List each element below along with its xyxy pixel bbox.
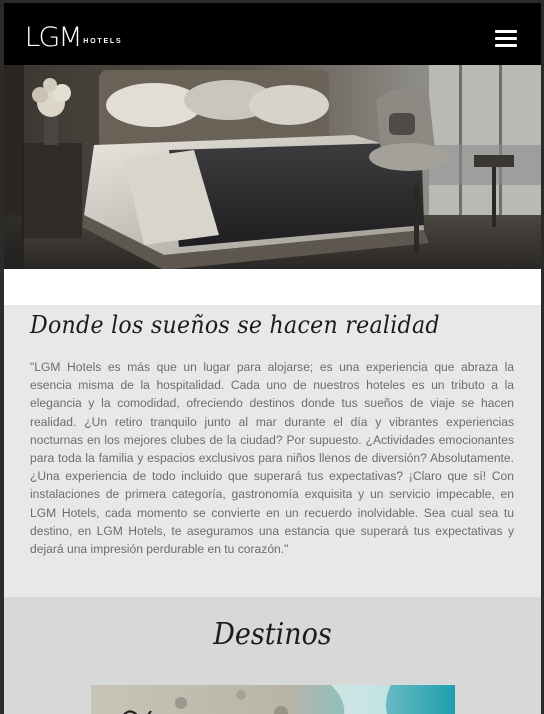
menu-bar (495, 44, 517, 47)
logo-mark: LGM (24, 22, 83, 53)
intro-text: "LGM Hotels es más que un lugar para alo… (30, 360, 514, 557)
site-header: LGM HOTELS (4, 3, 541, 65)
brand-logo[interactable]: LGM HOTELS (24, 22, 123, 53)
destinos-section: Destinos (4, 597, 541, 714)
intro-section: Donde los sueños se hacen realidad "LGM … (4, 305, 541, 597)
destinos-title: Destinos (213, 617, 332, 652)
intro-title: Donde los sueños se hacen realidad (30, 311, 440, 339)
logo-word: HOTELS (83, 38, 123, 45)
page-frame: LGM HOTELS Donde los sueños se hacen rea… (4, 3, 541, 714)
menu-bar (495, 30, 517, 33)
hamburger-menu-icon[interactable] (495, 30, 517, 48)
hero-bedroom-image (4, 65, 541, 269)
destination-card-image[interactable] (91, 685, 455, 714)
menu-bar (495, 37, 517, 40)
white-spacer (4, 269, 541, 305)
